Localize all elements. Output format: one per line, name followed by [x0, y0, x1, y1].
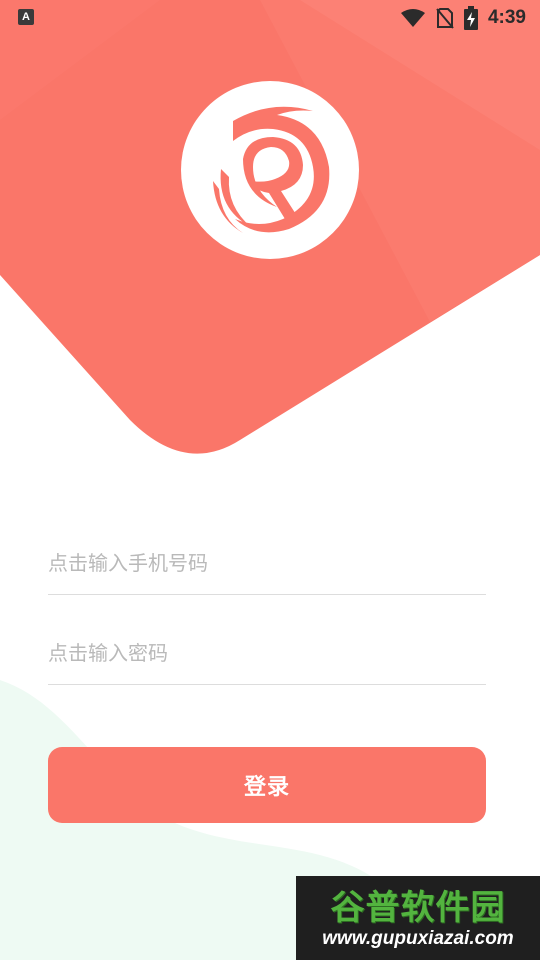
watermark: 谷普软件园 www.gupuxiazai.com: [296, 876, 540, 960]
app-notification-icon: A: [18, 9, 34, 25]
status-bar: A 4:39: [0, 0, 540, 36]
password-field: [48, 624, 486, 685]
phone-input[interactable]: [48, 534, 486, 592]
login-screen: A 4:39 点击输入手机号码 登录 谷普软件园 www.gupuxiazai.…: [0, 0, 540, 960]
status-time: 4:39: [487, 7, 526, 28]
no-sim-icon: [436, 8, 454, 29]
watermark-title: 谷普软件园: [330, 888, 506, 928]
watermark-url: www.gupuxiazai.com: [322, 928, 514, 949]
phone-field: [48, 534, 486, 595]
password-input[interactable]: [48, 624, 486, 682]
app-logo: [181, 81, 359, 259]
battery-charging-icon: [463, 6, 478, 30]
login-button[interactable]: 登录: [48, 747, 486, 823]
status-bar-right: 4:39: [400, 6, 526, 30]
wifi-icon: [400, 9, 425, 27]
app-logo-icon: [213, 106, 330, 233]
